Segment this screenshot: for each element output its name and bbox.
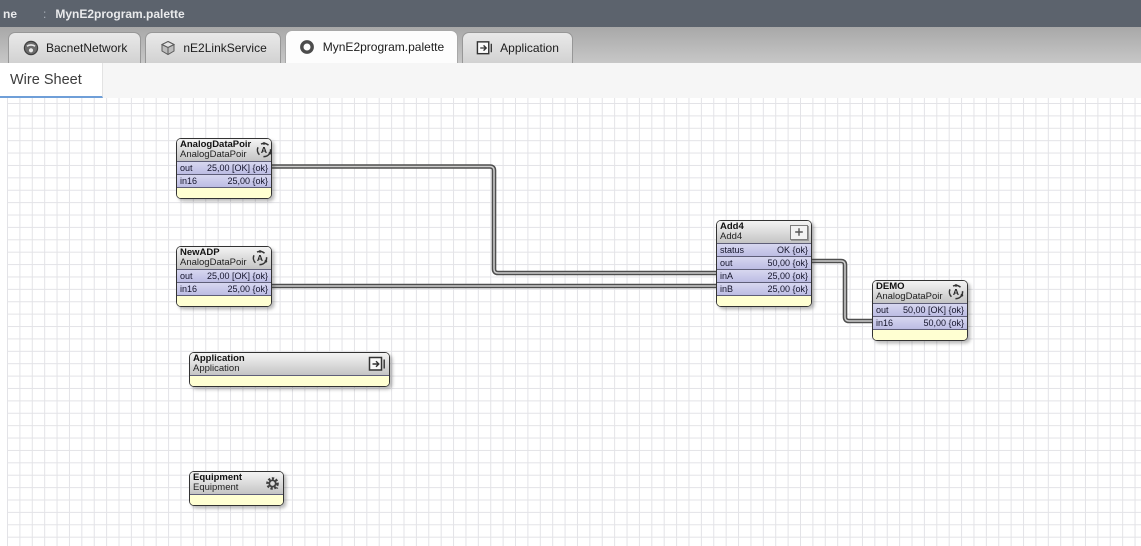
svg-text:A: A [261, 145, 267, 155]
block-header[interactable]: Add4Add4 [717, 221, 811, 244]
slot-value: 25,00 {ok} [227, 284, 268, 294]
slot-row-inB[interactable]: inB 25,00 {ok} [717, 283, 811, 296]
cube-icon [159, 40, 176, 56]
title-separator: : [43, 7, 46, 21]
block-titles: NewADPAnalogDataPoir [180, 248, 247, 268]
slot-label: in16 [180, 284, 197, 294]
window-title: MynE2program.palette [55, 7, 184, 21]
block-type: AnalogDataPoir [180, 150, 251, 160]
block-type: AnalogDataPoir [180, 258, 247, 268]
device-icon [22, 40, 39, 56]
block-type: Add4 [720, 232, 744, 242]
app-window-icon [368, 356, 386, 372]
slot-row-in16[interactable]: in16 25,00 {ok} [177, 283, 271, 296]
workbench-window: ne : MynE2program.palette BacnetNetwork n… [0, 0, 1141, 546]
analog-point-icon: A [251, 249, 269, 267]
slot-label: out [180, 163, 193, 173]
slot-value: 25,00 {ok} [767, 271, 808, 281]
svg-text:A: A [256, 253, 262, 263]
tab-ne2-link-service[interactable]: nE2LinkService [145, 32, 280, 63]
slot-value: 50,00 [OK] {ok} [903, 305, 964, 315]
title-bar: ne : MynE2program.palette [0, 0, 1141, 27]
block-footer [717, 296, 811, 306]
slot-row-out[interactable]: out 25,00 [OK] {ok} [177, 270, 271, 283]
document-tab-bar: BacnetNetwork nE2LinkService MynE2program.… [0, 27, 1141, 63]
block-titles: ApplicationApplication [193, 354, 245, 374]
block-header[interactable]: ApplicationApplication [190, 353, 389, 376]
gear-icon [265, 476, 280, 491]
block-footer [177, 296, 271, 306]
block-type: AnalogDataPoir [876, 292, 943, 302]
slot-label: out [180, 271, 193, 281]
slot-row-in16[interactable]: in16 50,00 {ok} [873, 317, 967, 330]
slot-label: inB [720, 284, 733, 294]
slot-value: 25,00 [OK] {ok} [207, 271, 268, 281]
block-titles: DEMOAnalogDataPoir [876, 282, 943, 302]
block-titles: EquipmentEquipment [193, 473, 242, 493]
tab-myne2program-palette[interactable]: MynE2program.palette [285, 30, 458, 63]
block-header[interactable]: AnalogDataPoirAnalogDataPoir A [177, 139, 271, 162]
title-left-fragment: ne [3, 7, 17, 21]
slot-label: out [720, 258, 733, 268]
tab-label: nE2LinkService [183, 41, 266, 55]
slot-value: 25,00 {ok} [227, 176, 268, 186]
tab-label: MynE2program.palette [323, 40, 444, 54]
slot-value: 50,00 {ok} [923, 318, 964, 328]
slot-row-status[interactable]: status OK {ok} [717, 244, 811, 257]
function-block-demo[interactable]: DEMOAnalogDataPoir Aout 50,00 [OK] {ok} in1… [872, 280, 968, 341]
wire-sheet-canvas[interactable]: AnalogDataPoirAnalogDataPoirAout25,00 [O… [0, 98, 1141, 546]
wire-link-2[interactable] [812, 261, 872, 321]
block-footer [177, 188, 271, 198]
function-block-equipment[interactable]: EquipmentEquipment [189, 471, 284, 506]
block-type: Equipment [193, 483, 242, 493]
block-footer [190, 376, 389, 386]
slot-value: 25,00 {ok} [767, 284, 808, 294]
view-tab-bar: Wire Sheet [0, 63, 1141, 98]
function-block-analog-data-point[interactable]: AnalogDataPoirAnalogDataPoir Aout 25,00 [O… [176, 138, 272, 199]
slot-row-out[interactable]: out 50,00 [OK] {ok} [873, 304, 967, 317]
analog-point-icon: A [947, 283, 965, 301]
wire-link-0 [272, 167, 716, 274]
svg-text:A: A [952, 287, 958, 297]
wire-layer [0, 98, 1141, 546]
analog-point-icon: A [255, 141, 273, 159]
function-block-add4[interactable]: Add4Add4 status OK {ok} out 50,00 {ok} inA 25,… [716, 220, 812, 307]
slot-value: OK {ok} [777, 245, 808, 255]
block-header[interactable]: EquipmentEquipment [190, 472, 283, 495]
ring-icon [299, 39, 316, 55]
block-titles: AnalogDataPoirAnalogDataPoir [180, 140, 251, 160]
tab-label: Application [500, 41, 559, 55]
block-header[interactable]: DEMOAnalogDataPoir A [873, 281, 967, 304]
slot-label: inA [720, 271, 733, 281]
slot-label: status [720, 245, 744, 255]
wire-link-2 [812, 261, 872, 321]
tab-application[interactable]: Application [462, 32, 573, 63]
block-titles: Add4Add4 [720, 222, 744, 242]
slot-row-inA[interactable]: inA 25,00 {ok} [717, 270, 811, 283]
function-block-application[interactable]: ApplicationApplication [189, 352, 390, 387]
slot-row-out[interactable]: out 50,00 {ok} [717, 257, 811, 270]
block-footer [190, 495, 283, 505]
app-window-icon [476, 40, 493, 56]
block-type: Application [193, 364, 245, 374]
view-tab-label: Wire Sheet [10, 72, 82, 88]
plus-box-icon [790, 225, 808, 240]
slot-label: out [876, 305, 889, 315]
slot-value: 25,00 [OK] {ok} [207, 163, 268, 173]
slot-label: in16 [180, 176, 197, 186]
block-header[interactable]: NewADPAnalogDataPoir A [177, 247, 271, 270]
tab-wire-sheet[interactable]: Wire Sheet [0, 63, 103, 98]
tab-label: BacnetNetwork [46, 41, 127, 55]
function-block-new-adp[interactable]: NewADPAnalogDataPoir Aout 25,00 [OK] {ok} i… [176, 246, 272, 307]
slot-row-in16[interactable]: in16 25,00 {ok} [177, 175, 271, 188]
slot-value: 50,00 {ok} [767, 258, 808, 268]
block-footer [873, 330, 967, 340]
tab-bacnet-network[interactable]: BacnetNetwork [8, 32, 141, 63]
slot-row-out[interactable]: out 25,00 [OK] {ok} [177, 162, 271, 175]
slot-label: in16 [876, 318, 893, 328]
